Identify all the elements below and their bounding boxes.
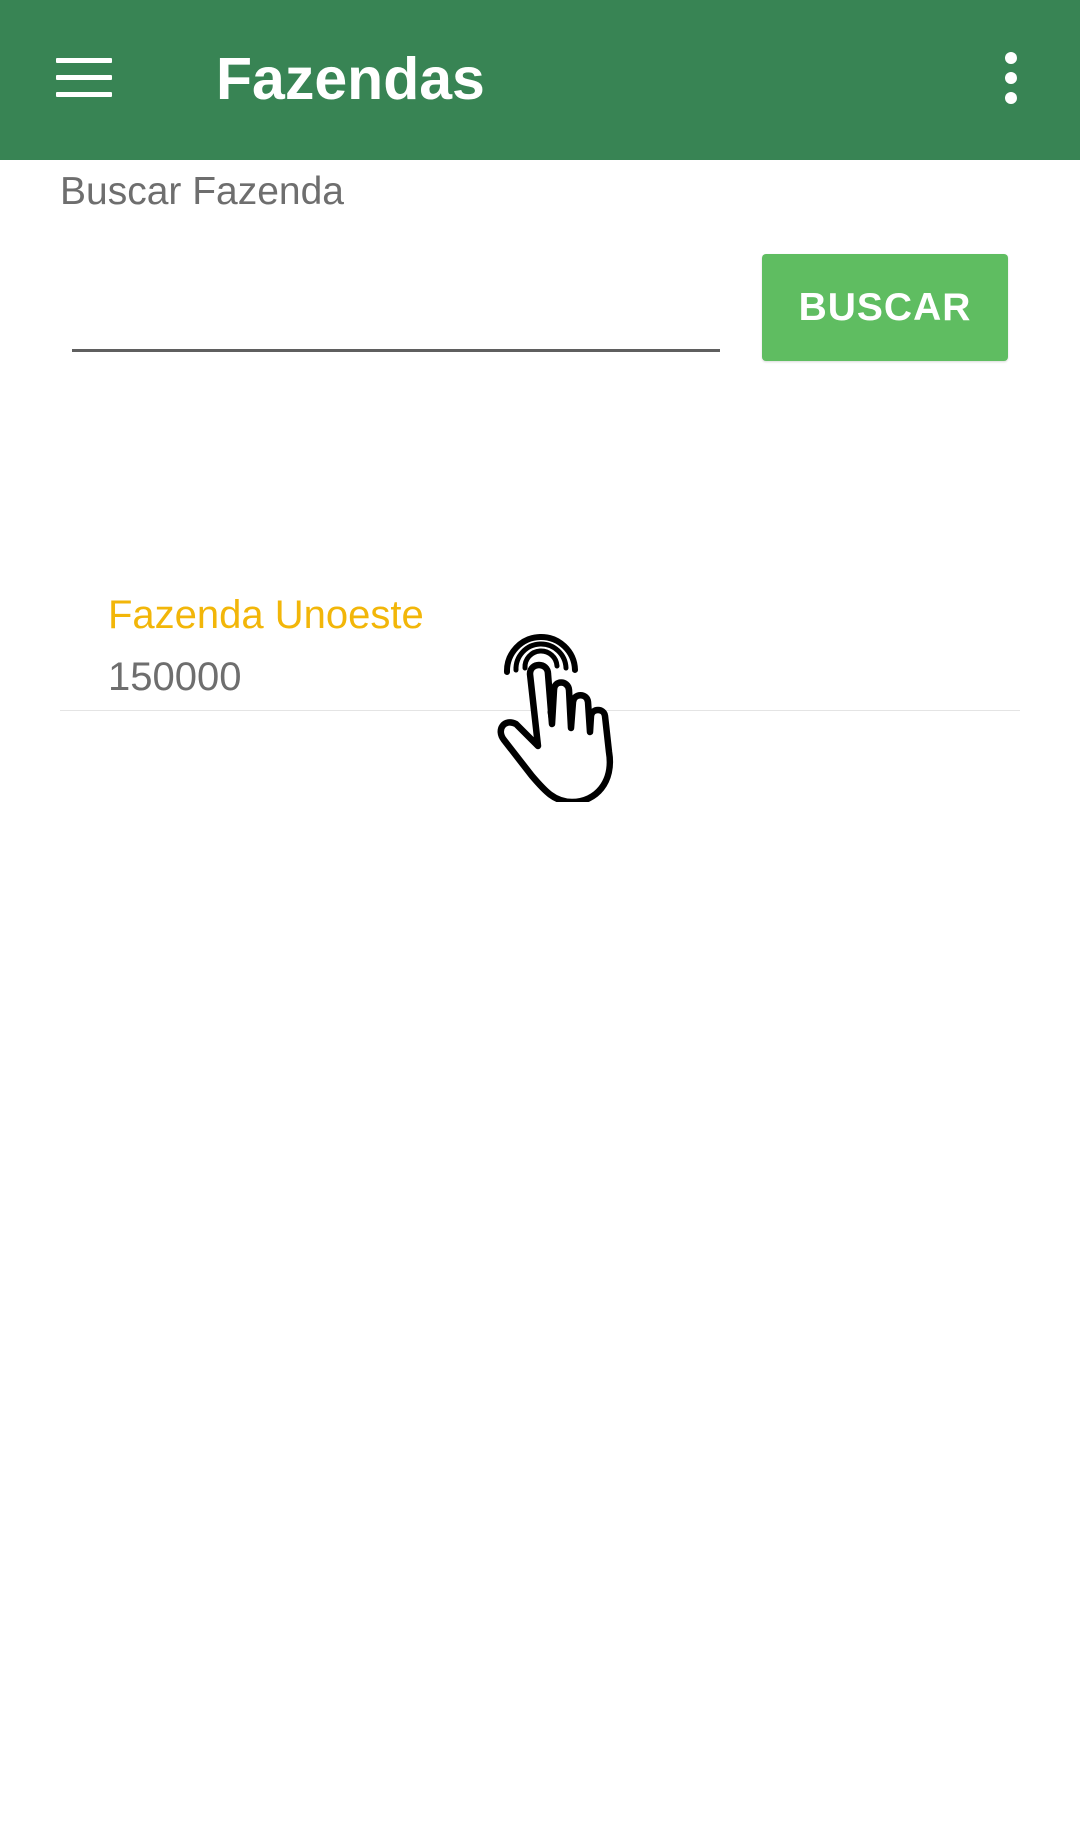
page-title: Fazendas bbox=[216, 46, 485, 112]
farm-value: 150000 bbox=[108, 655, 242, 699]
search-button[interactable]: BUSCAR bbox=[762, 254, 1008, 361]
hamburger-menu-icon[interactable] bbox=[56, 58, 112, 98]
search-label: Buscar Fazenda bbox=[60, 170, 344, 213]
tap-gesture-hand-icon bbox=[497, 634, 614, 802]
app-bar: Fazendas bbox=[0, 0, 1080, 160]
search-input[interactable] bbox=[72, 300, 720, 352]
farm-name: Fazenda Unoeste bbox=[108, 593, 424, 637]
more-options-icon[interactable] bbox=[998, 52, 1028, 104]
